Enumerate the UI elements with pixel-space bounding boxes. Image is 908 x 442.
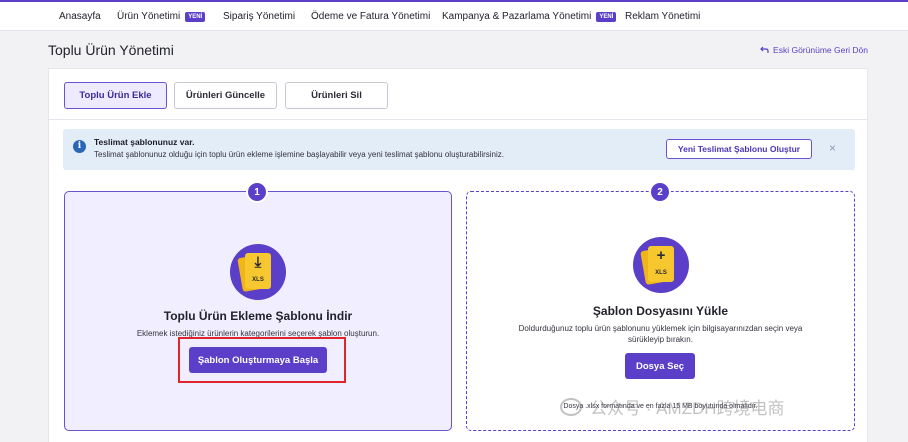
back-to-old-view-link[interactable]: Eski Görünüme Geri Dön (760, 45, 868, 55)
nav-item-label: Sipariş Yönetimi (223, 11, 296, 22)
create-delivery-template-button[interactable]: Yeni Teslimat Şablonu Oluştur (666, 139, 812, 159)
plus-icon: + (656, 247, 666, 264)
divider (49, 119, 867, 120)
close-icon[interactable]: × (829, 141, 836, 155)
nav-item-kampanya-pazarlama[interactable]: Kampanya & Pazarlama Yönetimi YENİ (442, 11, 617, 22)
alert-title: Teslimat şablonunuz var. (94, 137, 195, 147)
tab-urunleri-sil[interactable]: Ürünleri Sil (285, 82, 388, 109)
nav-item-label: Anasayfa (59, 11, 101, 22)
nav-item-label: Kampanya & Pazarlama Yönetimi (442, 11, 592, 22)
download-template-title: Toplu Ürün Ekleme Şablonu İndir (163, 309, 353, 323)
step-number-badge: 2 (649, 181, 671, 203)
xls-label: XLS (655, 270, 667, 276)
new-badge: YENİ (596, 11, 617, 22)
nav-item-label: Reklam Yönetimi (625, 11, 701, 22)
bulk-product-panel: Toplu Ürün Ekle Ürünleri Güncelle Ürünle… (48, 68, 868, 442)
nav-item-label: Ödeme ve Fatura Yönetimi (311, 11, 431, 22)
download-arrow-icon: ⤓ (254, 254, 262, 271)
red-highlight-box (178, 337, 346, 383)
upload-xls-icon: + XLS (633, 237, 689, 293)
nav-item-reklam-yonetimi[interactable]: Reklam Yönetimi (625, 11, 700, 22)
page-title: Toplu Ürün Yönetimi (48, 42, 174, 58)
select-file-button[interactable]: Dosya Seç (625, 353, 695, 379)
tab-toplu-urun-ekle[interactable]: Toplu Ürün Ekle (64, 82, 167, 109)
back-link-label: Eski Görünüme Geri Dön (773, 45, 868, 55)
tab-urunleri-guncelle[interactable]: Ürünleri Güncelle (174, 82, 277, 109)
nav-item-siparis-yonetimi[interactable]: Sipariş Yönetimi (223, 11, 295, 22)
nav-item-anasayfa[interactable]: Anasayfa (59, 11, 101, 22)
info-icon: i (73, 140, 86, 153)
xls-label: XLS (252, 277, 264, 283)
step-download-template-card: 1 ⤓ XLS Toplu Ürün Ekleme Şablonu İndir … (64, 181, 452, 431)
download-xls-icon: ⤓ XLS (230, 244, 286, 300)
watermark-text: 公众号 · AMZDH跨境电商 (590, 399, 785, 418)
step-number-badge: 1 (246, 181, 268, 203)
upload-template-description: Doldurduğunuz toplu ürün şablonunu yükle… (518, 324, 803, 344)
alert-text: Teslimat şablonunuz olduğu için toplu ür… (94, 150, 504, 159)
nav-item-label: Ürün Yönetimi (117, 11, 181, 22)
wechat-logo-icon (560, 397, 582, 416)
nav-item-odeme-fatura[interactable]: Ödeme ve Fatura Yönetimi (311, 11, 430, 22)
watermark: 公众号 · AMZDH跨境电商 (560, 394, 785, 419)
new-badge: YENİ (185, 11, 206, 22)
back-arrow-icon (760, 46, 769, 53)
nav-item-urun-yonetimi[interactable]: Ürün Yönetimi YENİ (117, 11, 206, 22)
delivery-template-alert: i Teslimat şablonunuz var. Teslimat şabl… (63, 129, 855, 170)
upload-template-title: Şablon Dosyasını Yükle (592, 304, 729, 318)
top-navigation: Anasayfa Ürün Yönetimi YENİ Sipariş Yönet… (0, 0, 908, 31)
